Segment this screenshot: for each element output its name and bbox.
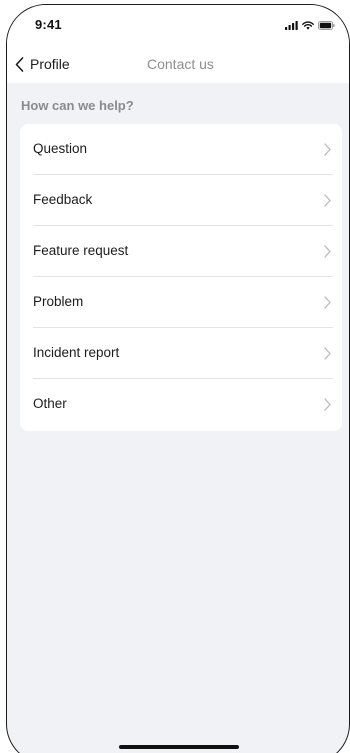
status-icons	[285, 20, 335, 30]
page-title: Contact us	[147, 56, 214, 72]
battery-icon	[318, 20, 335, 30]
chevron-left-icon	[15, 56, 24, 72]
list-item-label: Problem	[33, 294, 84, 309]
list-item-feature-request[interactable]: Feature request	[20, 226, 342, 277]
back-button[interactable]: Profile	[15, 51, 70, 77]
home-indicator[interactable]	[119, 745, 239, 749]
list-item-other[interactable]: Other	[20, 379, 342, 430]
chevron-right-icon	[324, 194, 331, 207]
list-item-label: Feature request	[33, 243, 129, 258]
list-item-label: Question	[33, 141, 88, 156]
signal-icon	[285, 20, 298, 30]
section-title: How can we help?	[21, 98, 134, 113]
contact-options-list: Question Feedback Feature request Proble…	[20, 124, 342, 431]
chevron-right-icon	[324, 245, 331, 258]
list-item-problem[interactable]: Problem	[20, 277, 342, 328]
chevron-right-icon	[324, 347, 331, 360]
status-bar: 9:41	[7, 5, 349, 45]
list-item-label: Other	[33, 396, 67, 411]
header: 9:41 Profile Contact us	[7, 5, 349, 83]
list-item-feedback[interactable]: Feedback	[20, 175, 342, 226]
back-label: Profile	[30, 56, 70, 72]
list-item-label: Feedback	[33, 192, 93, 207]
list-item-incident-report[interactable]: Incident report	[20, 328, 342, 379]
wifi-icon	[302, 20, 314, 30]
list-item-question[interactable]: Question	[20, 124, 342, 175]
status-time: 9:41	[35, 17, 62, 32]
nav-bar: Profile Contact us	[7, 49, 349, 79]
list-item-label: Incident report	[33, 345, 120, 360]
chevron-right-icon	[324, 398, 331, 411]
chevron-right-icon	[324, 143, 331, 156]
chevron-right-icon	[324, 296, 331, 309]
phone-frame: 9:41 Profile Contact us How can we help?…	[6, 4, 350, 753]
